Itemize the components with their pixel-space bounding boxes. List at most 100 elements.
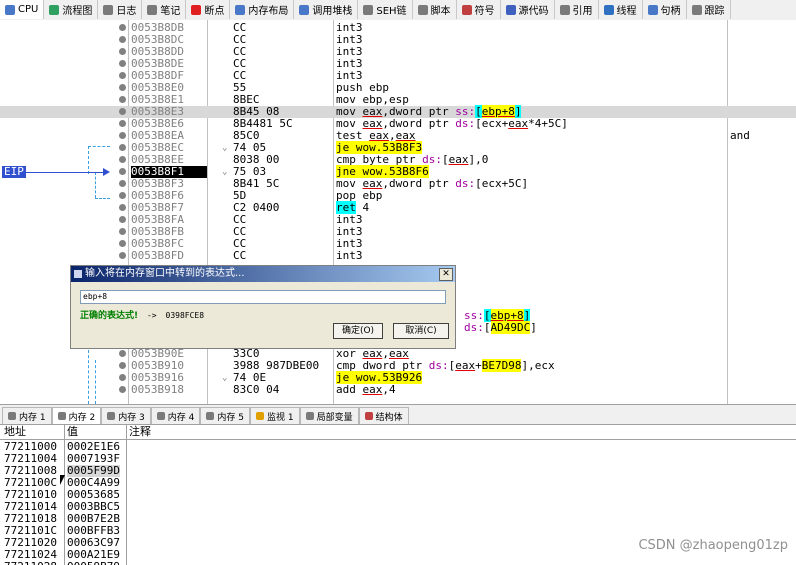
disasm-row[interactable]: 0053B918 83C0 04 add eax,4 [0, 384, 796, 396]
tab-graph[interactable]: 流程图 [44, 0, 99, 19]
memory-5-icon [206, 412, 215, 420]
col-header-value[interactable]: 值 [67, 425, 78, 439]
disasm-row[interactable]: 0053B8FA CC int3 [0, 214, 796, 226]
tab-symbol[interactable]: 符号 [457, 0, 501, 19]
tab-reference[interactable]: 引用 [555, 0, 599, 19]
bottom-tab-memory-1[interactable]: 内存 1 [2, 407, 52, 424]
tab-cpu[interactable]: CPU [0, 0, 45, 19]
instr-token: ,dword ptr [382, 177, 456, 190]
bottom-tab-struct[interactable]: 结构体 [358, 407, 409, 424]
instr-token: int3 [336, 249, 363, 262]
disasm-row[interactable]: 0053B8DC CC int3 [0, 34, 796, 46]
mouse-cursor [60, 475, 70, 485]
breakpoint-dot[interactable] [119, 72, 126, 79]
breakpoint-dot[interactable] [119, 132, 126, 139]
breakpoint-dot[interactable] [119, 36, 126, 43]
breakpoint-dot[interactable] [119, 252, 126, 259]
ok-button[interactable]: 确定(O) [333, 323, 383, 339]
breakpoint-dot[interactable] [119, 240, 126, 247]
thread-icon [603, 4, 614, 15]
bottom-tab-locals[interactable]: 局部变量 [299, 407, 359, 424]
disasm-row[interactable]: 0053B8FD CC int3 [0, 250, 796, 262]
jump-arrow: ⌄ [222, 143, 228, 153]
disasm-row[interactable]: 0053B8F6 5D pop ebp [0, 190, 796, 202]
breakpoint-dot[interactable] [119, 386, 126, 393]
breakpoint-dot[interactable] [119, 168, 126, 175]
row-instruction: ds:[AD49DC] [464, 321, 537, 334]
disasm-row[interactable]: 0053B8DF CC int3 [0, 70, 796, 82]
bottom-tab-memory-3[interactable]: 内存 3 [101, 407, 151, 424]
tab-label: 结构体 [375, 412, 403, 423]
status-label: 正确的表达式! [80, 311, 139, 321]
tab-memory-map[interactable]: 内存布局 [230, 0, 295, 19]
tab-call-stack[interactable]: 调用堆栈 [294, 0, 359, 19]
disasm-row[interactable]: 0053B8DE CC int3 [0, 58, 796, 70]
breakpoint-dot[interactable] [119, 204, 126, 211]
breakpoint-dot[interactable] [119, 96, 126, 103]
instr-token: BE7D98 [481, 359, 522, 372]
col-header-address[interactable]: 地址 [4, 425, 26, 439]
top-tab-bar: CPU 流程图 日志 笔记 断点 内存布局 调用堆栈 SEH链 脚本 符号 源代码 引用 线程 句柄 跟踪 [0, 0, 796, 21]
tab-handle[interactable]: 句柄 [643, 0, 687, 19]
disasm-row[interactable]: 0053B8DD CC int3 [0, 46, 796, 58]
instr-token: ,4 [382, 383, 396, 396]
breakpoint-dot[interactable] [119, 374, 126, 381]
tab-label: 内存 1 [19, 412, 46, 423]
breakpoint-dot[interactable] [119, 108, 126, 115]
tab-script[interactable]: 脚本 [413, 0, 457, 19]
breakpoint-dot[interactable] [119, 120, 126, 127]
cancel-button[interactable]: 取消(C) [393, 323, 449, 339]
tab-label: 内存布局 [248, 6, 289, 17]
expression-input[interactable]: ebp+8 [80, 290, 446, 304]
breakpoint-dot[interactable] [119, 60, 126, 67]
breakpoint-dot[interactable] [119, 192, 126, 199]
seh-icon [363, 4, 374, 15]
disasm-row[interactable]: 0053B8FB CC int3 [0, 226, 796, 238]
breakpoint-dot[interactable] [119, 24, 126, 31]
memory-2-icon [57, 412, 66, 420]
breakpoint-dot[interactable] [119, 156, 126, 163]
dialog-app-icon [74, 270, 82, 278]
instr-token: ] [530, 321, 537, 334]
dialog-close-button[interactable]: ✕ [439, 268, 453, 281]
tab-label: 笔记 [160, 6, 181, 17]
status-arrow: -> [146, 311, 157, 320]
jump-arrow: ⌄ [222, 373, 228, 383]
tab-source[interactable]: 源代码 [501, 0, 555, 19]
breakpoint-dot[interactable] [119, 362, 126, 369]
dialog-title-bar[interactable]: 输入将在内存窗口中转到的表达式... ✕ [71, 266, 455, 282]
col-header-comment[interactable]: 注释 [129, 425, 151, 439]
tab-trace[interactable]: 跟踪 [687, 0, 731, 19]
breakpoint-dot[interactable] [119, 228, 126, 235]
tab-label: 监视 1 [266, 412, 294, 423]
dump-row[interactable]: 77211028 00059B79 [0, 561, 796, 565]
bottom-tab-memory-4[interactable]: 内存 4 [150, 407, 201, 424]
disasm-row[interactable]: 0053B8F3 8B41 5C mov eax,dword ptr ds:[ecx… [0, 178, 796, 190]
tab-notes[interactable]: 笔记 [142, 0, 187, 19]
tab-log[interactable]: 日志 [98, 0, 143, 19]
breakpoint-dot[interactable] [119, 180, 126, 187]
bottom-tab-memory-2[interactable]: 内存 2 [51, 407, 102, 424]
breakpoint-dot[interactable] [119, 144, 126, 151]
tab-breakpoint[interactable]: 断点 [186, 0, 231, 19]
bottom-tab-watch[interactable]: 监视 1 [249, 407, 300, 424]
tab-label: 内存 2 [68, 412, 96, 423]
breakpoint-dot[interactable] [119, 350, 126, 357]
disasm-row[interactable]: 0053B8DB CC int3 [0, 22, 796, 34]
memory-1-icon [8, 412, 16, 420]
tab-seh[interactable]: SEH链 [358, 0, 413, 19]
disasm-row[interactable]: 0053B916 ⌄ 74 0E je wow.53B926 [0, 371, 796, 384]
call-stack-icon [299, 4, 310, 15]
breakpoint-dot[interactable] [119, 84, 126, 91]
tab-thread[interactable]: 线程 [599, 0, 643, 19]
tab-label: CPU [18, 4, 39, 15]
disasm-row[interactable]: 0053B8F7 C2 0400 ret 4 [0, 201, 796, 214]
instr-token: [ [483, 321, 491, 334]
disasm-row[interactable]: 0053B8FC CC int3 [0, 238, 796, 250]
bottom-tab-memory-5[interactable]: 内存 5 [200, 407, 250, 424]
reference-icon [559, 4, 570, 15]
tab-label: 内存 4 [167, 412, 195, 423]
breakpoint-dot[interactable] [119, 48, 126, 55]
struct-icon [364, 412, 373, 420]
breakpoint-dot[interactable] [119, 216, 126, 223]
